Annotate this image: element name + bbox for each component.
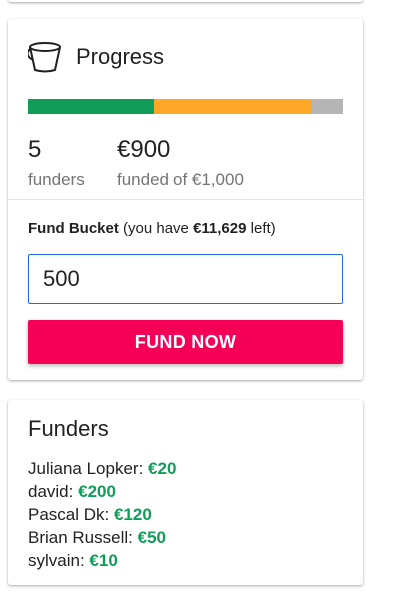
funder-name: Juliana Lopker:: [28, 459, 144, 478]
fund-bucket-label: Fund Bucket (you have €11,629 left): [28, 220, 276, 237]
funder-name: Pascal Dk:: [28, 505, 110, 524]
funders-list: Juliana Lopker: €20 david: €200 Pascal D…: [28, 457, 176, 572]
balance-prefix: (you have: [123, 220, 189, 237]
list-item: sylvain: €10: [28, 549, 176, 572]
funder-amount: €200: [78, 482, 116, 501]
funder-name: sylvain:: [28, 551, 85, 570]
list-item: Brian Russell: €50: [28, 526, 176, 549]
progress-segment-funded: [28, 99, 154, 114]
funders-title: Funders: [28, 416, 109, 441]
previous-card-edge: [8, 0, 363, 2]
funder-amount: €50: [137, 528, 166, 547]
progress-card: Progress 5 funders €900 funded of €1,000 …: [8, 19, 363, 380]
progress-header: Progress: [28, 41, 164, 73]
funder-amount: €20: [148, 459, 177, 478]
list-item: Pascal Dk: €120: [28, 503, 176, 526]
list-item: david: €200: [28, 480, 176, 503]
funded-label: funded: [117, 170, 169, 189]
funded-stat: €900 funded of €1,000: [117, 137, 248, 190]
funded-goal: of €1,000: [173, 170, 244, 189]
progress-title: Progress: [76, 44, 165, 69]
funders-card: Funders Juliana Lopker: €20 david: €200 …: [8, 400, 363, 585]
divider: [8, 199, 363, 200]
fund-now-button[interactable]: FUND NOW: [28, 320, 343, 364]
list-item: Juliana Lopker: €20: [28, 457, 176, 480]
funder-amount: €120: [113, 505, 152, 524]
balance-suffix: left): [250, 220, 276, 237]
progress-segment-pending: [154, 99, 312, 114]
funding-progress-bar: [28, 99, 343, 114]
funded-amount: €900: [117, 136, 171, 163]
fund-amount-input[interactable]: [28, 254, 343, 304]
funder-name: david:: [28, 482, 74, 501]
bucket-icon: [28, 41, 62, 73]
funder-name: Brian Russell:: [28, 528, 133, 547]
funders-stat: 5 funders: [28, 137, 85, 190]
funded-amount-label: funded of €1,000: [117, 170, 248, 190]
funders-count-label: funders: [28, 170, 85, 189]
funders-count: 5: [28, 136, 42, 163]
funder-amount: €10: [89, 551, 118, 570]
fund-bucket-title: Fund Bucket: [28, 220, 119, 237]
balance-amount: €11,629: [193, 220, 247, 237]
